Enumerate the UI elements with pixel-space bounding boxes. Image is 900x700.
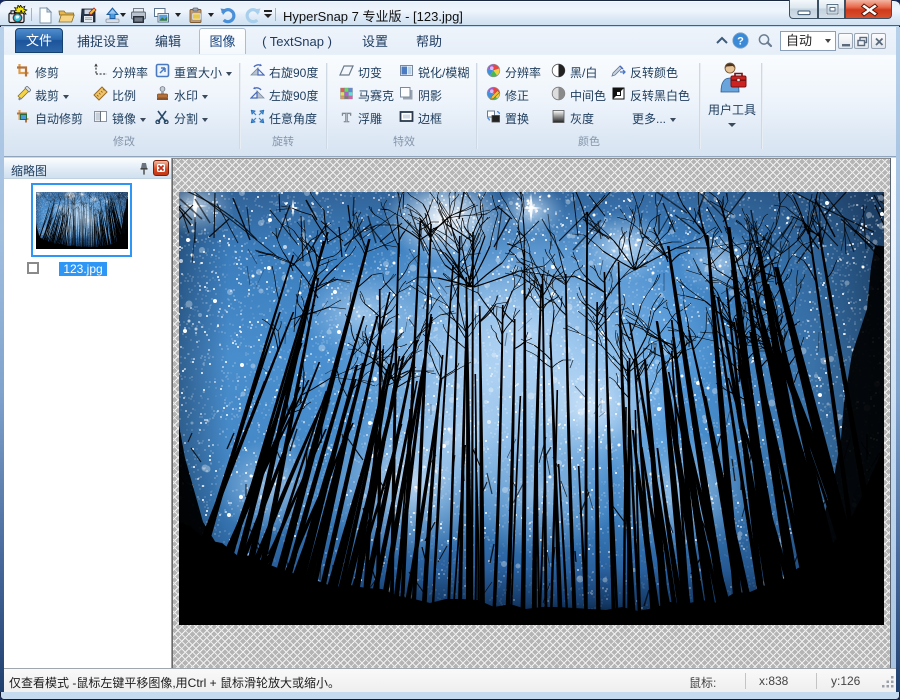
svg-text:T: T bbox=[342, 111, 352, 124]
svg-text:?: ? bbox=[737, 36, 744, 48]
